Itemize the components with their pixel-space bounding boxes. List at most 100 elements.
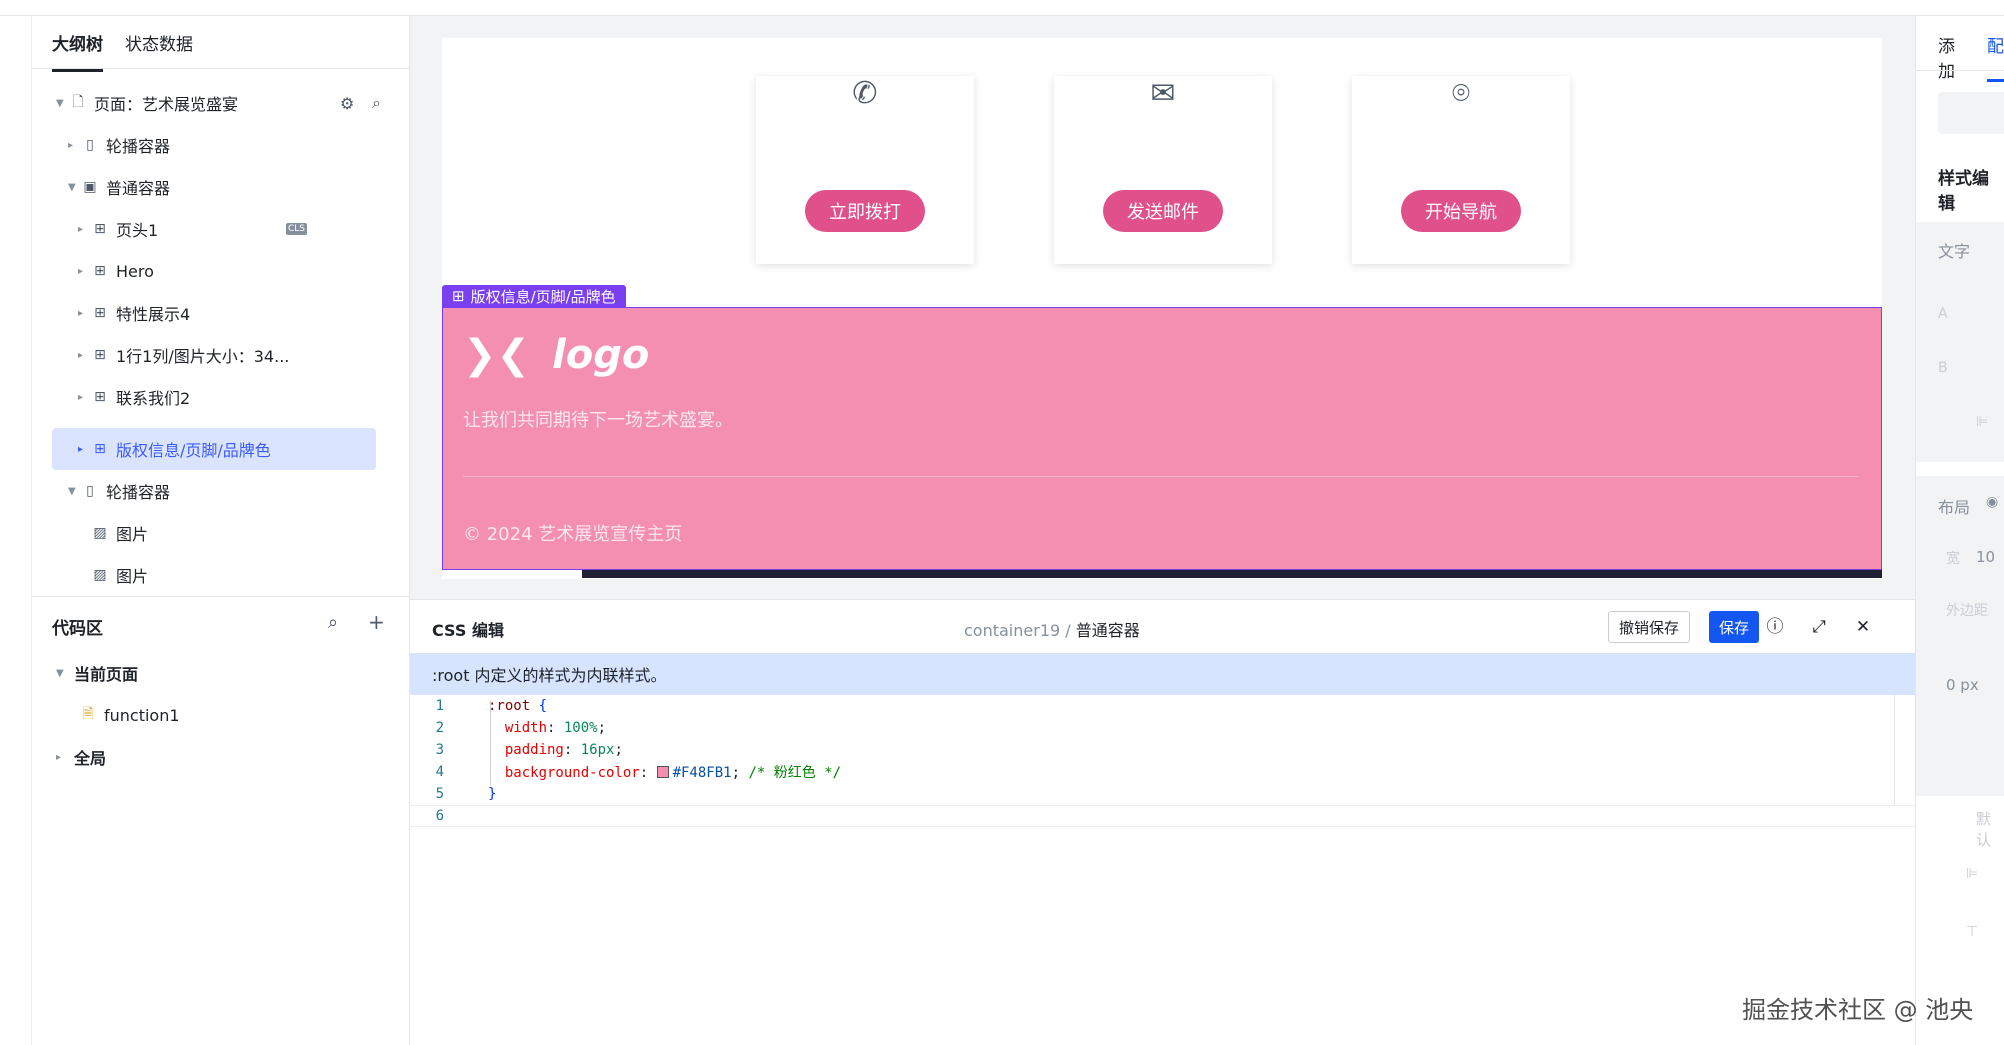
caret-right-icon[interactable]: ▸ [78, 224, 90, 235]
watermark: 掘金技术社区 @ 池央 [1742, 996, 1974, 1024]
caret-down-icon[interactable]: ▼ [56, 668, 68, 679]
tree-item-global[interactable]: ▸ 全局 [56, 736, 376, 778]
tree-item-page[interactable]: ▼ 🗋 页面：艺术展览盛宴 ⚙ ⌕ [56, 82, 396, 124]
color-swatch[interactable] [656, 766, 669, 778]
caret-right-icon[interactable]: ▸ [78, 266, 90, 277]
footer-copyright: © 2024 艺术展览宣传主页 [463, 524, 683, 545]
navigate-button[interactable]: 开始导航 [1401, 190, 1521, 232]
code-line: 3 padding: 16px; [410, 739, 1915, 761]
section-divider [32, 596, 410, 597]
page-icon: 🗋 [72, 94, 84, 110]
tab-add[interactable]: 添加 [1938, 32, 1969, 82]
tab-config[interactable]: 配 [1987, 32, 2004, 82]
mail-icon: ✉ [1150, 76, 1176, 111]
eye-icon[interactable]: ◉ [1986, 494, 1998, 510]
tree-item-label: 图片 [116, 525, 149, 544]
tab-outline-tree[interactable]: 大纲树 [52, 30, 103, 72]
tree-item-carousel[interactable]: ▸ ▯ 轮播容器 [68, 124, 388, 166]
breadcrumb-separator: / [1065, 621, 1071, 640]
caret-right-icon[interactable]: ▸ [78, 308, 90, 319]
tree-item-current-page[interactable]: ▼ 当前页面 [56, 652, 376, 694]
tree-item-label: 图片 [116, 567, 149, 586]
search-icon[interactable]: ⌕ [372, 93, 381, 113]
outline-panel: 大纲树 状态数据 ▼ 🗋 页面：艺术展览盛宴 ⚙ ⌕ ▸ ▯ 轮播容器 ▼ ▣ … [32, 16, 410, 1045]
caret-down-icon[interactable]: ▼ [56, 98, 68, 109]
settings-icon[interactable]: ⚙ [340, 94, 354, 113]
caret-right-icon[interactable]: ▸ [56, 752, 68, 763]
code-value: #F48FB1 [672, 765, 732, 781]
code-editor[interactable]: 1 :root { 2 width: 100%; 3 padding: 16px… [410, 695, 1915, 827]
caret-right-icon[interactable]: ▸ [78, 392, 90, 403]
width-input[interactable]: 10 [1976, 548, 1995, 566]
style-edit-label[interactable]: 样式编辑 [1938, 164, 2004, 214]
tree-item-function[interactable]: 🗎 function1 [78, 694, 378, 736]
scrollbar-thumb[interactable] [442, 570, 582, 578]
breadcrumb-id[interactable]: container19 [964, 621, 1060, 640]
revert-save-button[interactable]: 撤销保存 [1608, 611, 1691, 643]
code-property: width [504, 720, 548, 736]
tree-item-footer[interactable]: ▸ ⊞ 版权信息/页脚/品牌色 [52, 428, 376, 470]
footer-section[interactable]: ❯❮ logo 让我们共同期待下一场艺术盛宴。 © 2024 艺术展览宣传主页 [442, 307, 1882, 570]
code-line: 4 background-color: #F48FB1; /* 粉红色 */ [410, 761, 1915, 783]
block-icon: ⊞ [94, 441, 106, 457]
help-icon[interactable]: ⓘ [1762, 614, 1788, 640]
tree-item-header[interactable]: ▸ ⊞ 页头1 CLS [78, 208, 388, 250]
email-button[interactable]: 发送邮件 [1103, 190, 1223, 232]
css-badge: CLS [286, 223, 308, 235]
caret-right-icon[interactable]: ▸ [78, 350, 90, 361]
line-number: 6 [435, 808, 444, 824]
tree-item-label: function1 [104, 705, 180, 725]
line-number: 3 [435, 742, 444, 758]
js-file-icon: 🗎 [82, 706, 94, 722]
line-number: 2 [435, 720, 444, 736]
style-source-button[interactable] [1938, 92, 2004, 134]
save-button[interactable]: 保存 [1709, 611, 1760, 643]
tree-item-label: 联系我们2 [116, 389, 191, 408]
code-property: background-color [504, 765, 640, 781]
align-icon[interactable]: ⊫ [1966, 866, 1978, 882]
code-line: 2 width: 100%; [410, 717, 1915, 739]
contact-card: ✉ 发送邮件 [1054, 76, 1272, 264]
block-icon: ⊞ [94, 305, 106, 321]
caret-right-icon[interactable]: ▸ [78, 444, 90, 455]
tab-divider [1916, 70, 2004, 71]
tree-item-image[interactable]: ▨ 图片 [90, 554, 390, 596]
align-top-icon[interactable]: ⊤ [1966, 924, 1978, 940]
footer-tagline: 让我们共同期待下一场艺术盛宴。 [463, 410, 733, 431]
line-number: 1 [435, 698, 444, 714]
tab-state-data[interactable]: 状态数据 [125, 30, 193, 72]
phone-icon: ✆ [852, 76, 878, 111]
search-icon[interactable]: ⌕ [328, 612, 338, 633]
default-select[interactable]: 默认 [1976, 808, 2004, 850]
carousel-icon: ▯ [86, 483, 94, 499]
code-value: 16px [580, 742, 615, 758]
caret-down-icon[interactable]: ▼ [68, 486, 80, 497]
text-section-title: 文字 [1938, 242, 1971, 261]
code-property: padding [504, 742, 564, 758]
tree-item-label: 特性展示4 [116, 305, 191, 324]
add-icon[interactable]: + [368, 610, 385, 634]
align-left-icon[interactable]: ⊫ [1976, 414, 1988, 430]
margin-input[interactable]: 0 px [1946, 676, 1979, 694]
tree-item-image-row[interactable]: ▸ ⊞ 1行1列/图片大小：34... [78, 334, 388, 376]
tree-item-image[interactable]: ▨ 图片 [90, 512, 390, 554]
expand-icon[interactable]: ⤢ [1806, 614, 1832, 640]
caret-down-icon[interactable]: ▼ [68, 182, 80, 193]
canvas-scrollbar[interactable] [442, 570, 1882, 578]
tree-item-hero[interactable]: ▸ ⊞ Hero [78, 250, 388, 292]
top-toolbar-strip [0, 0, 2004, 16]
close-icon[interactable]: ✕ [1850, 614, 1876, 640]
tree-item-contact[interactable]: ▸ ⊞ 联系我们2 [78, 376, 388, 418]
call-button[interactable]: 立即拨打 [805, 190, 925, 232]
logo-mark-icon: ❯❮ [463, 332, 531, 378]
editor-title: CSS 编辑 [432, 621, 504, 640]
properties-panel: 添加 配 样式编辑 文字 A B ⊫ 布局 ◉ 宽 10 外边距 0 px 默认… [1915, 16, 2004, 1045]
caret-right-icon[interactable]: ▸ [68, 140, 80, 151]
code-line: 1 :root { [410, 695, 1915, 717]
tree-item-features[interactable]: ▸ ⊞ 特性展示4 [78, 292, 388, 334]
tree-item-container[interactable]: ▼ ▣ 普通容器 [68, 166, 388, 208]
tree-item-label: 当前页面 [74, 665, 139, 684]
tree-item-carousel-2[interactable]: ▼ ▯ 轮播容器 [68, 470, 388, 512]
tree-item-label: 全局 [74, 749, 107, 768]
tab-divider [32, 68, 410, 69]
